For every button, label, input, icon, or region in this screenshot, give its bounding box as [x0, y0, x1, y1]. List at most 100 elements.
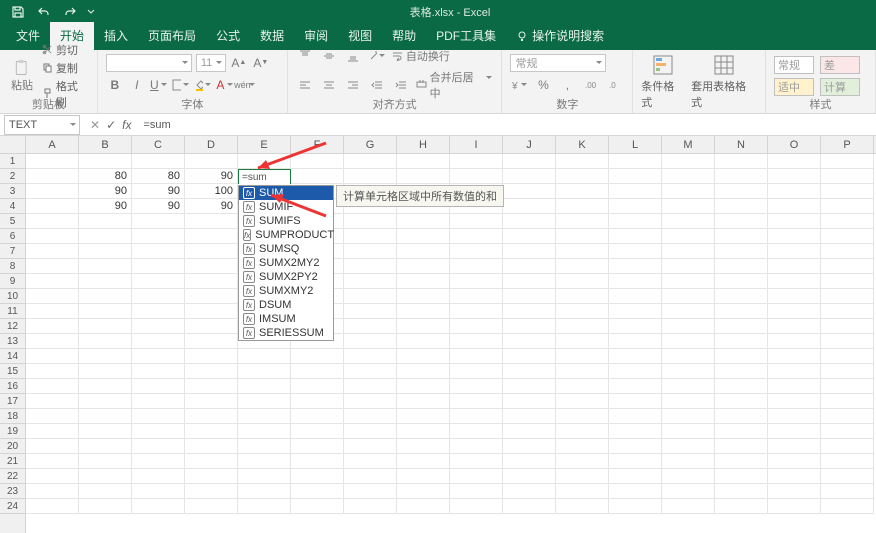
cell[interactable] [79, 409, 132, 424]
cell[interactable] [397, 499, 450, 514]
cell[interactable] [768, 259, 821, 274]
cell[interactable] [556, 424, 609, 439]
cell[interactable] [344, 154, 397, 169]
cell[interactable] [450, 379, 503, 394]
cell[interactable] [26, 394, 79, 409]
style-neutral[interactable]: 适中 [774, 78, 814, 96]
cell[interactable] [715, 454, 768, 469]
cell[interactable] [768, 364, 821, 379]
font-color-button[interactable]: A [216, 76, 234, 94]
cell[interactable] [132, 364, 185, 379]
col-header-O[interactable]: O [768, 136, 821, 153]
cell[interactable] [768, 154, 821, 169]
cell[interactable] [397, 439, 450, 454]
cell[interactable] [185, 364, 238, 379]
cell[interactable] [821, 229, 874, 244]
cell[interactable] [556, 199, 609, 214]
cell[interactable] [662, 184, 715, 199]
save-icon[interactable] [8, 3, 28, 21]
cell[interactable] [450, 214, 503, 229]
row-header-21[interactable]: 21 [0, 454, 25, 469]
cell[interactable] [450, 229, 503, 244]
decrease-font-icon[interactable]: A▼ [252, 54, 270, 72]
cell[interactable] [238, 454, 291, 469]
cell[interactable] [397, 424, 450, 439]
cell[interactable] [768, 349, 821, 364]
cell[interactable] [397, 154, 450, 169]
cell[interactable] [450, 274, 503, 289]
cell[interactable] [821, 469, 874, 484]
cell[interactable] [556, 499, 609, 514]
cell[interactable] [503, 199, 556, 214]
cell[interactable] [185, 439, 238, 454]
cell[interactable] [397, 334, 450, 349]
cell[interactable] [556, 454, 609, 469]
cell[interactable] [768, 394, 821, 409]
cell[interactable] [821, 394, 874, 409]
copy-button[interactable]: 复制 [42, 60, 89, 76]
cell[interactable] [821, 364, 874, 379]
cell[interactable] [26, 484, 79, 499]
cell[interactable] [344, 349, 397, 364]
tab-layout[interactable]: 页面布局 [138, 22, 206, 50]
cell[interactable] [344, 424, 397, 439]
cell[interactable] [662, 349, 715, 364]
cell[interactable] [768, 304, 821, 319]
wrap-text-button[interactable]: 自动换行 [392, 48, 450, 64]
increase-font-icon[interactable]: A▲ [230, 54, 248, 72]
cell[interactable] [609, 319, 662, 334]
cell[interactable] [768, 469, 821, 484]
cell[interactable] [450, 409, 503, 424]
cell[interactable] [768, 409, 821, 424]
cell[interactable] [715, 364, 768, 379]
cell[interactable] [132, 379, 185, 394]
cell[interactable] [344, 439, 397, 454]
cell[interactable] [450, 154, 503, 169]
col-header-N[interactable]: N [715, 136, 768, 153]
align-center-icon[interactable] [320, 76, 338, 94]
row-header-15[interactable]: 15 [0, 364, 25, 379]
cell[interactable] [609, 304, 662, 319]
cell[interactable] [344, 304, 397, 319]
percent-button[interactable]: % [534, 76, 552, 94]
cell[interactable] [609, 184, 662, 199]
cell[interactable] [450, 334, 503, 349]
cell[interactable] [662, 274, 715, 289]
cell[interactable] [397, 394, 450, 409]
cell[interactable] [344, 229, 397, 244]
increase-indent-icon[interactable] [392, 76, 410, 94]
cell[interactable] [344, 394, 397, 409]
cell[interactable] [344, 334, 397, 349]
cell[interactable] [715, 409, 768, 424]
cell[interactable] [79, 364, 132, 379]
col-header-L[interactable]: L [609, 136, 662, 153]
cell[interactable] [344, 379, 397, 394]
cell[interactable] [503, 259, 556, 274]
cell[interactable] [662, 169, 715, 184]
cell[interactable] [291, 454, 344, 469]
cell[interactable] [132, 499, 185, 514]
cell[interactable] [821, 499, 874, 514]
cell[interactable] [821, 454, 874, 469]
cell[interactable] [503, 379, 556, 394]
col-header-J[interactable]: J [503, 136, 556, 153]
cell[interactable] [609, 259, 662, 274]
cell[interactable] [238, 424, 291, 439]
cell[interactable] [609, 469, 662, 484]
cell[interactable] [291, 499, 344, 514]
cell[interactable] [344, 469, 397, 484]
redo-icon[interactable] [60, 3, 80, 21]
cell[interactable] [26, 409, 79, 424]
cell[interactable] [503, 214, 556, 229]
cell[interactable] [715, 214, 768, 229]
cell[interactable] [609, 199, 662, 214]
increase-decimal-icon[interactable]: .00 [582, 76, 600, 94]
currency-button[interactable]: ¥ [510, 76, 528, 94]
cell[interactable] [821, 289, 874, 304]
cell[interactable] [503, 349, 556, 364]
cell[interactable] [132, 394, 185, 409]
cell[interactable] [344, 244, 397, 259]
cell[interactable] [662, 409, 715, 424]
orientation-button[interactable] [368, 47, 386, 65]
row-header-19[interactable]: 19 [0, 424, 25, 439]
